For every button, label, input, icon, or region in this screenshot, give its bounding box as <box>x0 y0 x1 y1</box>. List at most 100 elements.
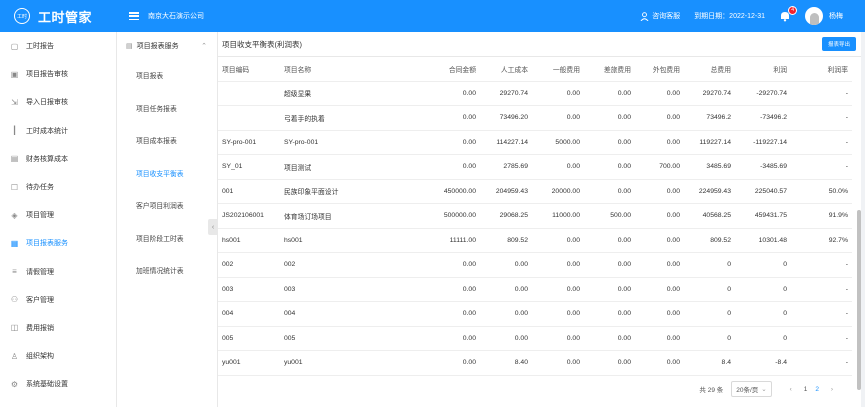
table-cell: 0.00 <box>635 179 684 204</box>
support-link[interactable]: 咨询客服 <box>640 11 680 21</box>
sidebar-item-todo[interactable]: ☐ 待办任务 <box>0 173 116 201</box>
table-cell: - <box>791 277 852 302</box>
table-row[interactable]: 003 003 0.00 0.00 0.00 0.00 0.00 0 0- <box>218 277 852 302</box>
page-button[interactable]: 2 <box>815 386 819 393</box>
table-cell <box>218 105 280 131</box>
table-cell: 0.00 <box>480 326 532 351</box>
submenu-item[interactable]: 项目阶段工时表 <box>117 222 217 255</box>
table-cell: 114227.14 <box>480 130 532 155</box>
pagination: 共 29 条 20条/页 ⌄ ‹ 12 › <box>218 377 861 401</box>
table-cell: 002 <box>218 252 280 278</box>
sidebar-item-bar-chart[interactable]: ┃ 工时成本统计 <box>0 117 116 145</box>
table-cell: - <box>791 105 852 131</box>
table-row[interactable]: 002 002 0.00 0.00 0.00 0.00 0.00 0 0- <box>218 252 852 278</box>
table-cell: 0.00 <box>584 277 635 302</box>
table-cell: -29270.74 <box>735 81 791 106</box>
menu-toggle-icon[interactable] <box>129 11 139 21</box>
username[interactable]: 杨梅 <box>829 11 843 21</box>
table-cell: 0.00 <box>430 81 480 106</box>
table-cell: 004 <box>280 301 430 327</box>
table-cell: -8.4 <box>735 350 791 376</box>
next-page-icon[interactable]: › <box>827 386 837 393</box>
table-cell: 0.00 <box>430 154 480 180</box>
table-row[interactable]: hs001 hs001 11111.00 809.52 0.00 0.00 0.00 809.… <box>218 228 852 253</box>
sidebar-item-report[interactable]: ▦ 项目报表服务 <box>0 229 116 257</box>
sidebar-item-import[interactable]: ⇲ 导入日报审核 <box>0 88 116 116</box>
table-cell: 92.7% <box>791 228 852 253</box>
column-header: 利润 <box>735 57 791 82</box>
page-title: 项目收支平衡表(利润表) <box>222 39 302 49</box>
sidebar-item-project[interactable]: ◈ 项目管理 <box>0 201 116 229</box>
table-cell: 91.9% <box>791 203 852 229</box>
submenu-item[interactable]: 客户项目利润表 <box>117 189 217 222</box>
todo-icon: ☐ <box>10 182 19 192</box>
table-row[interactable]: JS202106001 体育场订场项目 500000.00 29068.25 11000… <box>218 203 852 229</box>
sidebar-item-customer[interactable]: ⚇ 客户管理 <box>0 286 116 314</box>
submenu-item[interactable]: 项目任务报表 <box>117 92 217 125</box>
table-cell: yu001 <box>218 350 280 376</box>
sidebar-item-org[interactable]: ♙ 组织架构 <box>0 342 116 370</box>
chevron-up-icon: ⌃ <box>201 42 207 50</box>
submenu-header[interactable]: ▤ 项目报表服务 ⌃ <box>117 32 217 59</box>
notification-bell[interactable]: 4 <box>779 6 797 22</box>
total-count: 共 29 条 <box>699 387 724 394</box>
table-cell: 0.00 <box>584 228 635 253</box>
collapse-handle[interactable]: ‹ <box>208 219 218 235</box>
export-button[interactable]: 报表导出 <box>821 37 856 51</box>
table-cell: 0.00 <box>532 350 584 376</box>
table-cell: 8.40 <box>480 350 532 376</box>
sidebar-item-label: 客户管理 <box>26 296 54 304</box>
table-cell: 0.00 <box>584 326 635 351</box>
sidebar-item-file[interactable]: ▢ 工时报告 <box>0 32 116 60</box>
table-row[interactable]: SY-pro-001 SY-pro-001 0.00 114227.14 5000.00… <box>218 130 852 155</box>
column-header: 外包费用 <box>635 57 684 82</box>
table-cell: JS202106001 <box>218 203 280 229</box>
table-cell: - <box>791 81 852 106</box>
page-button[interactable]: 1 <box>804 386 808 393</box>
table-row[interactable]: 004 004 0.00 0.00 0.00 0.00 0.00 0 0- <box>218 301 852 327</box>
finance-icon: ▤ <box>10 154 19 164</box>
table-scrollbar[interactable] <box>857 210 861 390</box>
sidebar-item-settings[interactable]: ⚙ 系统基础设置 <box>0 370 116 398</box>
sidebar-item-label: 项目管理 <box>26 212 54 220</box>
submenu-item[interactable]: 加班情况统计表 <box>117 254 217 287</box>
page-size-select[interactable]: 20条/页 ⌄ <box>731 381 772 397</box>
table-row[interactable]: 005 005 0.00 0.00 0.00 0.00 0.00 0 0- <box>218 326 852 351</box>
table-cell: 500.00 <box>584 203 635 229</box>
table-cell: 0.00 <box>430 277 480 302</box>
submenu-item[interactable]: 项目成本报表 <box>117 124 217 157</box>
table-cell: 0.00 <box>430 301 480 327</box>
table-cell: 0 <box>684 301 735 327</box>
prev-page-icon[interactable]: ‹ <box>786 386 796 393</box>
avatar[interactable] <box>805 7 823 25</box>
sidebar-item-audit[interactable]: ▣ 项目报告审核 <box>0 60 116 88</box>
table-row[interactable]: SY_01 项目测试 0.00 2785.69 0.00 0.00 700.00 3485.6… <box>218 154 852 180</box>
submenu-item[interactable]: 项目收支平衡表 <box>117 157 217 190</box>
sidebar-item-label: 项目报表服务 <box>26 240 68 248</box>
table-cell: 005 <box>218 326 280 351</box>
app-logo[interactable]: 工时 工时管家 <box>0 0 117 32</box>
table-row[interactable]: 001 民族印象平面设计 450000.00 204959.43 20000.00 0.0… <box>218 179 852 204</box>
support-label: 咨询客服 <box>652 13 681 20</box>
column-header: 项目名称 <box>280 57 430 82</box>
sidebar-item-finance[interactable]: ▤ 财务核算成本 <box>0 145 116 173</box>
table-cell: 004 <box>218 301 280 327</box>
table-cell: 8.4 <box>684 350 735 376</box>
column-header: 合同金额 <box>430 57 480 82</box>
table-row[interactable]: yu001 yu001 0.00 8.40 0.00 0.00 0.00 8.4 -8.4- <box>218 350 852 376</box>
column-header: 项目编码 <box>218 57 280 82</box>
submenu-item[interactable]: 项目报表 <box>117 59 217 92</box>
table-cell: 450000.00 <box>430 179 480 204</box>
customer-icon: ⚇ <box>10 295 19 305</box>
table-row[interactable]: 超级显果 0.00 29270.74 0.00 0.00 0.00 29270.74 -292… <box>218 81 852 106</box>
table-cell: 0.00 <box>584 252 635 278</box>
sidebar-item-expense[interactable]: ◫ 费用报销 <box>0 314 116 342</box>
sidebar-item-label: 项目报告审核 <box>26 71 68 79</box>
table-row[interactable]: 弓着手的执着 0.00 73496.20 0.00 0.00 0.00 73496.2 -73… <box>218 105 852 131</box>
table-cell: 5000.00 <box>532 130 584 155</box>
table-cell: 体育场订场项目 <box>280 203 430 229</box>
table-cell: - <box>791 154 852 180</box>
table-cell: 0.00 <box>532 252 584 278</box>
table-cell: 29068.25 <box>480 203 532 229</box>
sidebar-item-leave[interactable]: ≡ 请假管理 <box>0 258 116 286</box>
